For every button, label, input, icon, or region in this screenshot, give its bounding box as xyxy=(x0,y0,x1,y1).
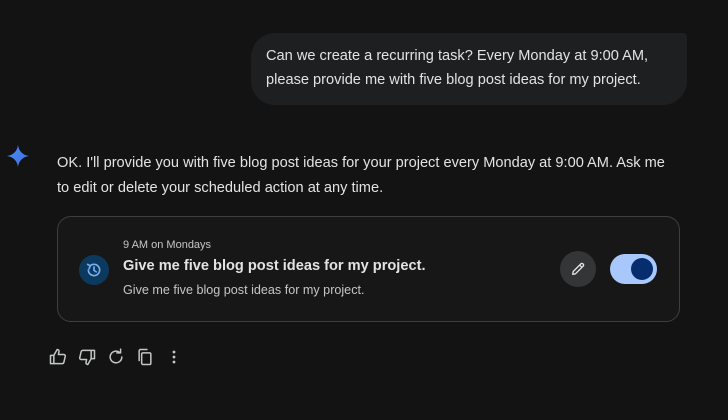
schedule-history-icon xyxy=(79,255,109,285)
gemini-sparkle-icon xyxy=(7,145,29,167)
regenerate-icon[interactable] xyxy=(106,347,126,367)
copy-icon[interactable] xyxy=(135,347,155,367)
more-vert-icon[interactable] xyxy=(164,347,184,367)
user-message-bubble: Can we create a recurring task? Every Mo… xyxy=(251,33,687,105)
schedule-label: 9 AM on Mondays xyxy=(123,239,212,251)
schedule-toggle[interactable] xyxy=(610,254,657,284)
user-message-line-2: please provide me with five blog post id… xyxy=(266,72,641,88)
scheduled-action-card[interactable]: 9 AM on Mondays Give me five blog post i… xyxy=(57,216,680,322)
assistant-response-line-2: to edit or delete your scheduled action … xyxy=(57,180,384,196)
thumbs-up-icon[interactable] xyxy=(48,347,68,367)
scheduled-action-title: Give me five blog post ideas for my proj… xyxy=(123,258,426,274)
scheduled-action-description: Give me five blog post ideas for my proj… xyxy=(123,283,365,297)
toggle-knob xyxy=(631,258,653,280)
thumbs-down-icon[interactable] xyxy=(77,347,97,367)
assistant-response-line-1: OK. I'll provide you with five blog post… xyxy=(57,155,665,171)
edit-button[interactable] xyxy=(560,251,596,287)
assistant-response: OK. I'll provide you with five blog post… xyxy=(57,151,697,201)
pencil-icon xyxy=(572,262,585,275)
user-message-line-1: Can we create a recurring task? Every Mo… xyxy=(266,48,649,64)
